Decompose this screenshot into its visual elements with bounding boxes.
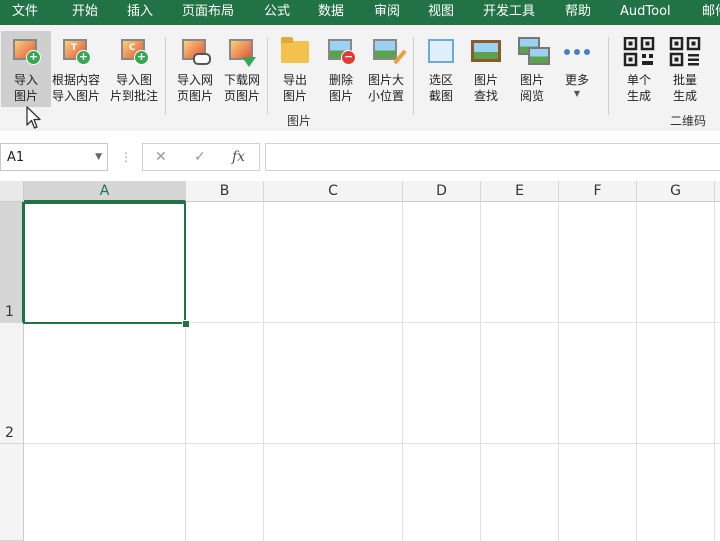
tab-help[interactable]: 帮助 [565,0,591,25]
confirm-icon[interactable]: ✓ [194,149,206,165]
tab-page-layout[interactable]: 页面布局 [182,0,234,25]
row-header-1[interactable]: 1 [0,202,24,323]
name-box-value: A1 [7,150,25,165]
column-header-c[interactable]: C [264,181,403,202]
active-cell-a1[interactable] [23,202,186,324]
column-header-e[interactable]: E [481,181,559,202]
name-box[interactable]: A1 ▼ [0,143,108,171]
image-import-icon: + [10,37,42,67]
tab-insert[interactable]: 插入 [127,0,153,25]
mouse-cursor-icon [26,106,41,129]
menu-bar: 文件 开始 插入 页面布局 公式 数据 审阅 视图 开发工具 帮助 AudToo… [0,0,720,25]
drag-handle-icon[interactable]: ⋮ [120,150,132,164]
tab-formulas[interactable]: 公式 [264,0,290,25]
tab-view[interactable]: 视图 [428,0,454,25]
row-header-3[interactable] [0,444,24,541]
more-chevron-down-icon: ▼ [573,89,581,98]
image-resize-position-button[interactable]: 图片大 小位置 [361,31,411,107]
image-group-label: 图片 [287,114,312,128]
select-all-corner[interactable] [0,181,24,202]
worksheet-grid[interactable]: A B C D E F G 1 2 [0,181,720,541]
image-delete-icon: − [325,37,357,67]
image-resize-icon [370,37,407,67]
tab-developer[interactable]: 开发工具 [483,0,535,25]
more-label: 更多 [564,73,589,87]
image-to-comment-icon: C + [118,37,150,67]
insert-function-icon[interactable]: fx [232,149,245,165]
formula-bar: A1 ▼ ⋮ ✕ ✓ fx [0,131,720,182]
image-to-comment-label: 导入图 片到批注 [109,73,158,103]
download-web-image-button[interactable]: 下载网 页图片 [217,31,267,107]
formula-input[interactable] [265,143,720,171]
web-image-download-icon [226,37,258,67]
tab-audtool[interactable]: AudTool [620,0,671,25]
qr-batch-label: 批量 生成 [672,73,697,103]
row-header-2-label: 2 [5,425,14,441]
column-header-f[interactable]: F [559,181,637,202]
qr-single-icon [623,36,655,67]
folder-export-icon [279,37,311,67]
import-image-by-content-label: 根据内容 导入图片 [51,73,100,103]
tab-home[interactable]: 开始 [72,0,98,25]
image-gallery-icon [516,37,550,67]
chevron-down-icon[interactable]: ▼ [95,152,102,162]
more-button[interactable]: 更多 ▼ [552,31,602,107]
qr-batch-button[interactable]: 批量 生成 [660,31,710,107]
image-to-comment-button[interactable]: C + 导入图 片到批注 [109,31,159,107]
image-import-by-content-icon: T + [60,37,92,67]
tab-review[interactable]: 审阅 [374,0,400,25]
column-header-h[interactable] [715,181,720,202]
more-dots-icon [561,37,593,67]
ribbon: + 导入 图片 T + 根据内容 导入图片 C + 导入图 片到批注 导入网 页图片… [0,25,720,132]
tab-mail[interactable]: 邮件 [702,0,720,25]
import-image-button[interactable]: + 导入 图片 [1,31,51,107]
row-header-2[interactable]: 2 [0,323,24,444]
tab-file[interactable]: 文件 [12,0,38,25]
column-header-a[interactable]: A [24,181,186,202]
image-search-icon [470,37,502,67]
import-image-by-content-button[interactable]: T + 根据内容 导入图片 [51,31,101,107]
qr-batch-icon [669,36,701,67]
column-header-b[interactable]: B [186,181,264,202]
fill-handle[interactable] [182,320,190,328]
qr-group-label: 二维码 [670,114,707,128]
formula-buttons: ✕ ✓ fx [142,143,260,171]
cancel-icon[interactable]: ✕ [155,149,167,165]
tab-data[interactable]: 数据 [318,0,344,25]
image-resize-position-label: 图片大 小位置 [367,73,404,103]
row-header-1-label: 1 [5,304,14,320]
screenshot-icon [425,37,457,67]
column-header-g[interactable]: G [637,181,715,202]
web-image-import-icon [179,37,211,67]
image-gallery-button[interactable]: 图片 阅览 [507,31,557,107]
column-header-d[interactable]: D [403,181,481,202]
